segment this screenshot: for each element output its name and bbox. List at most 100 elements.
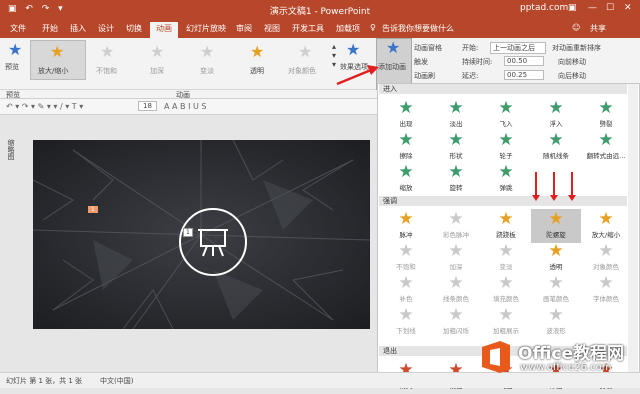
- animation-option[interactable]: ★ 擦除: [381, 130, 431, 164]
- animation-option[interactable]: ★ 填充颜色: [481, 273, 531, 307]
- animation-pane-button[interactable]: 动画窗格: [414, 43, 442, 53]
- animation-option[interactable]: ★ 缩放: [381, 162, 431, 196]
- animation-option[interactable]: ★ 变淡: [481, 241, 531, 275]
- animation-star-icon: ★: [548, 98, 564, 118]
- thumbnails-label[interactable]: 缩略图: [6, 139, 16, 160]
- undo-icon[interactable]: ↶ ▾ ↷ ▾ ✎ ▾ ▾ ∕ ▾ T ▾: [6, 102, 83, 111]
- animation-option[interactable]: ★ 轮子: [481, 130, 531, 164]
- animation-star-icon: ★: [398, 162, 414, 182]
- lighten-icon[interactable]: ★: [200, 44, 214, 60]
- ribbon-display-icon[interactable]: ▣: [568, 3, 577, 13]
- trigger-button[interactable]: 触发: [414, 57, 428, 67]
- font-grow-icon[interactable]: A A B I U S: [164, 102, 206, 111]
- animation-option[interactable]: ★ 翻转式由远...: [581, 130, 631, 164]
- animation-option[interactable]: ★ 字体颜色: [581, 273, 631, 307]
- grow-shrink-icon[interactable]: ★: [50, 44, 64, 60]
- tab-file[interactable]: 文件: [10, 23, 26, 34]
- animation-star-icon: ★: [448, 130, 464, 150]
- animation-star-icon: ★: [498, 305, 514, 325]
- move-later-button[interactable]: 向后移动: [558, 71, 586, 81]
- slide-background-image: [33, 140, 370, 329]
- animation-star-icon: ★: [398, 98, 414, 118]
- animation-option-label: 飞入: [499, 120, 513, 128]
- minimize-button[interactable]: —: [588, 3, 597, 13]
- animation-option[interactable]: ★ 波浪形: [531, 305, 581, 339]
- format-toolbar: ↶ ▾ ↷ ▾ ✎ ▾ ▾ ∕ ▾ T ▾ 18 A A B I U S: [0, 99, 378, 115]
- animation-star-icon: ★: [498, 130, 514, 150]
- effect-grow-shrink[interactable]: 放大/缩小: [38, 66, 68, 76]
- animation-option[interactable]: ★ 透明: [531, 241, 581, 275]
- effect-options-icon[interactable]: ★: [346, 42, 360, 58]
- animation-painter-button[interactable]: 动画刷: [414, 71, 435, 81]
- animation-option[interactable]: ★ 跷跷板: [481, 209, 531, 243]
- animation-option[interactable]: ★ 画笔颜色: [531, 273, 581, 307]
- slide-canvas[interactable]: 1 1: [33, 140, 370, 329]
- animation-option[interactable]: ★ 旋转: [431, 162, 481, 196]
- animation-option-label: 彩色脉冲: [443, 231, 469, 239]
- animation-option[interactable]: ★ 弹跳: [481, 162, 531, 196]
- object-color-icon[interactable]: ★: [298, 44, 312, 60]
- start-select[interactable]: 上一动画之后: [490, 42, 546, 54]
- tab-developer[interactable]: 开发工具: [292, 23, 324, 34]
- animation-option[interactable]: ★ 加粗闪烁: [431, 305, 481, 339]
- darken-icon[interactable]: ★: [150, 44, 164, 60]
- effect-desaturate[interactable]: 不饱和: [96, 66, 117, 76]
- animation-star-icon: ★: [398, 305, 414, 325]
- slide-counter: 幻灯片 第 1 张，共 1 张: [6, 377, 83, 385]
- animation-option[interactable]: ★ 形状: [431, 130, 481, 164]
- effect-darken[interactable]: 加深: [150, 66, 164, 76]
- section-header: 进入: [379, 84, 627, 94]
- add-animation-icon[interactable]: ★: [386, 40, 400, 56]
- animation-option[interactable]: ★ 下划线: [381, 305, 431, 339]
- share-button[interactable]: 共享: [590, 23, 606, 34]
- animation-option[interactable]: ★ 淡出: [431, 98, 481, 132]
- animation-option[interactable]: ★ 放大/缩小: [581, 209, 631, 243]
- animation-option[interactable]: ★ 不饱和: [381, 241, 431, 275]
- tab-transitions[interactable]: 切换: [126, 23, 142, 34]
- animation-option[interactable]: ★ 线条颜色: [431, 273, 481, 307]
- desaturate-icon[interactable]: ★: [100, 44, 114, 60]
- tell-me-box[interactable]: 告诉我你想要做什么: [382, 23, 454, 34]
- tab-animations[interactable]: 动画: [150, 22, 178, 38]
- tab-view[interactable]: 视图: [264, 23, 280, 34]
- tab-home[interactable]: 开始: [42, 23, 58, 34]
- preview-button[interactable]: 预览: [5, 62, 19, 72]
- effect-lighten[interactable]: 变淡: [200, 66, 214, 76]
- animation-option-label: 脉冲: [399, 231, 413, 239]
- animation-option[interactable]: ★ 浮入: [531, 98, 581, 132]
- move-earlier-button[interactable]: 向前移动: [558, 57, 586, 67]
- language-indicator[interactable]: 中文(中国): [100, 376, 133, 386]
- maximize-button[interactable]: ☐: [606, 3, 614, 13]
- tab-review[interactable]: 审阅: [236, 23, 252, 34]
- tab-insert[interactable]: 插入: [70, 23, 86, 34]
- animation-option[interactable]: ★ 飞入: [481, 98, 531, 132]
- effect-transparency[interactable]: 透明: [250, 66, 264, 76]
- animation-option[interactable]: ★ 随机线条: [531, 130, 581, 164]
- animation-tag-2[interactable]: 1: [183, 228, 193, 237]
- animation-star-icon: ★: [498, 273, 514, 293]
- animation-tag-1[interactable]: 1: [88, 206, 98, 213]
- animation-option[interactable]: ★ 对象颜色: [581, 241, 631, 275]
- effect-object-color[interactable]: 对象颜色: [288, 66, 316, 76]
- animation-option[interactable]: ★ 加粗展示: [481, 305, 531, 339]
- transparency-icon[interactable]: ★: [250, 44, 264, 60]
- duration-input[interactable]: 00.50: [504, 56, 544, 66]
- animation-option[interactable]: ★ 脉冲: [381, 209, 431, 243]
- animation-option-label: 波浪形: [546, 327, 566, 335]
- animation-option[interactable]: ★ 出现: [381, 98, 431, 132]
- animation-option[interactable]: ★ 加深: [431, 241, 481, 275]
- animation-option[interactable]: ★ 陀螺旋: [531, 209, 581, 243]
- tab-slideshow[interactable]: 幻灯片放映: [186, 23, 226, 34]
- close-button[interactable]: ✕: [624, 3, 632, 13]
- animation-option[interactable]: ★ 劈裂: [581, 98, 631, 132]
- animation-star-icon: ★: [548, 130, 564, 150]
- animation-option[interactable]: ★ 彩色脉冲: [431, 209, 481, 243]
- preview-icon[interactable]: ★: [8, 42, 22, 58]
- animation-option[interactable]: ★ 补色: [381, 273, 431, 307]
- animation-star-icon: ★: [448, 209, 464, 229]
- delay-input[interactable]: 00.25: [504, 70, 544, 80]
- tab-design[interactable]: 设计: [98, 23, 114, 34]
- animation-option-label: 擦除: [399, 152, 413, 160]
- font-size-box[interactable]: 18: [138, 101, 157, 111]
- tab-addins[interactable]: 加载项: [336, 23, 360, 34]
